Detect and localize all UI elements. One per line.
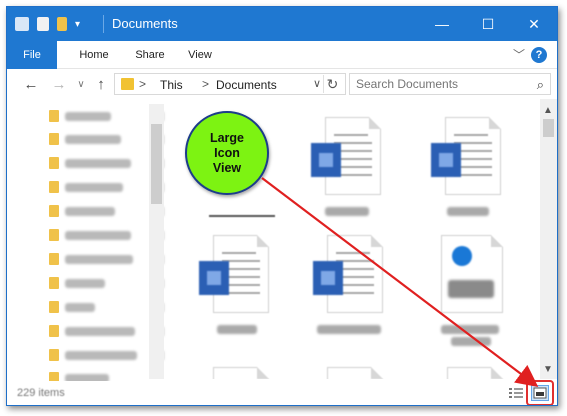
refresh-icon[interactable]: ↻ xyxy=(323,75,341,93)
nav-item[interactable] xyxy=(49,298,164,316)
callout-line: Icon xyxy=(214,145,240,160)
folder-icon xyxy=(49,277,59,289)
nav-item[interactable] xyxy=(49,202,164,220)
item-count: 229 items xyxy=(17,387,65,399)
scrollbar-thumb[interactable] xyxy=(151,124,162,204)
file-item[interactable] xyxy=(311,117,383,216)
word-document-icon xyxy=(199,261,229,295)
back-button[interactable]: ← xyxy=(21,74,41,94)
selected-item-underline xyxy=(209,215,275,217)
search-input[interactable] xyxy=(356,77,526,91)
callout-line: View xyxy=(212,160,242,175)
navigation-pane xyxy=(7,99,167,384)
documents-folder-icon xyxy=(121,78,134,90)
scroll-down-icon[interactable]: ▼ xyxy=(543,364,553,375)
address-dropdown-icon[interactable]: ∨ xyxy=(313,77,321,90)
folder-icon xyxy=(49,229,59,241)
folder-icon xyxy=(49,301,59,313)
folder-icon xyxy=(49,349,59,361)
tab-home[interactable]: Home xyxy=(69,41,119,69)
navigation-pane-scrollbar[interactable] xyxy=(149,104,164,379)
recent-locations-button[interactable]: ∨ xyxy=(71,74,91,94)
nav-item[interactable] xyxy=(49,274,164,292)
close-button[interactable]: ✕ xyxy=(511,7,557,41)
nav-item[interactable] xyxy=(49,346,164,364)
document-page-icon xyxy=(447,367,503,379)
tab-share[interactable]: Share xyxy=(125,41,175,69)
file-item[interactable] xyxy=(431,117,503,216)
folder-icon xyxy=(49,205,59,217)
details-view-icon xyxy=(509,388,523,398)
status-bar: 229 items xyxy=(7,380,557,405)
file-name-label xyxy=(451,337,491,346)
maximize-button[interactable]: ☐ xyxy=(465,7,511,41)
chevron-right-icon[interactable]: > xyxy=(202,77,209,91)
quick-access-toolbar: ▾ xyxy=(15,15,80,33)
word-document-icon xyxy=(311,143,341,177)
folder-icon xyxy=(49,325,59,337)
document-page-icon xyxy=(327,367,383,379)
new-folder-icon[interactable] xyxy=(57,17,67,31)
nav-item[interactable] xyxy=(49,130,164,148)
up-button[interactable]: ↑ xyxy=(91,74,111,94)
nav-item[interactable] xyxy=(49,226,164,244)
folder-icon xyxy=(49,253,59,265)
folder-icon xyxy=(49,157,59,169)
window-title: Documents xyxy=(112,16,178,31)
search-box[interactable]: ⌕ xyxy=(349,73,551,95)
file-name-label xyxy=(325,207,369,216)
collapse-ribbon-icon[interactable]: ﹀ xyxy=(513,46,525,63)
scroll-up-icon[interactable]: ▲ xyxy=(543,105,553,116)
file-name-label xyxy=(317,325,381,334)
file-name-label xyxy=(217,325,257,334)
help-icon[interactable]: ? xyxy=(531,47,547,63)
breadcrumb-this-pc[interactable]: This xyxy=(160,78,183,92)
large-icon-view-callout: Large Icon View xyxy=(185,111,269,195)
search-icon: ⌕ xyxy=(536,77,544,92)
word-document-icon xyxy=(431,143,461,177)
edge-icon xyxy=(452,246,472,266)
forward-button[interactable]: → xyxy=(49,74,69,94)
tab-view[interactable]: View xyxy=(175,41,225,69)
nav-item[interactable] xyxy=(49,250,164,268)
folder-icon xyxy=(49,181,59,193)
nav-item[interactable] xyxy=(49,107,164,125)
file-item[interactable] xyxy=(199,235,271,334)
file-name-label xyxy=(441,325,499,334)
pdf-label-icon xyxy=(448,280,494,298)
navigation-bar: ← → ∨ ↑ > This > Documents ∨ ↻ ⌕ xyxy=(7,69,557,99)
tab-file[interactable]: File xyxy=(7,41,57,69)
breadcrumb-documents[interactable]: Documents xyxy=(216,78,277,92)
explorer-window: ▾ Documents — ☐ ✕ File Home Share View ﹀… xyxy=(6,6,558,406)
content-scrollbar[interactable]: ▲ ▼ xyxy=(540,99,557,379)
minimize-button[interactable]: — xyxy=(419,7,465,41)
checklist-icon[interactable] xyxy=(37,17,49,31)
file-item[interactable] xyxy=(313,235,385,334)
file-item[interactable] xyxy=(433,235,505,346)
nav-item[interactable] xyxy=(49,178,164,196)
title-separator xyxy=(103,15,104,33)
pdf-page-icon xyxy=(441,235,503,313)
address-bar[interactable]: > This > Documents ∨ ↻ xyxy=(114,73,346,95)
details-view-button[interactable] xyxy=(507,385,525,401)
customize-toolbar-icon[interactable]: ▾ xyxy=(75,19,80,30)
word-document-icon xyxy=(313,261,343,295)
folder-icon xyxy=(49,110,59,122)
callout-line: Large xyxy=(209,130,245,145)
chevron-right-icon[interactable]: > xyxy=(139,77,146,91)
ribbon: File Home Share View ﹀ ? xyxy=(7,41,557,69)
nav-item[interactable] xyxy=(49,154,164,172)
file-name-label xyxy=(447,207,489,216)
title-bar: ▾ Documents — ☐ ✕ xyxy=(7,7,557,41)
highlight-box xyxy=(526,380,554,405)
properties-icon[interactable] xyxy=(15,17,29,31)
folder-icon xyxy=(49,133,59,145)
scrollbar-thumb[interactable] xyxy=(543,119,554,137)
document-page-icon xyxy=(213,367,269,379)
nav-item[interactable] xyxy=(49,322,164,340)
